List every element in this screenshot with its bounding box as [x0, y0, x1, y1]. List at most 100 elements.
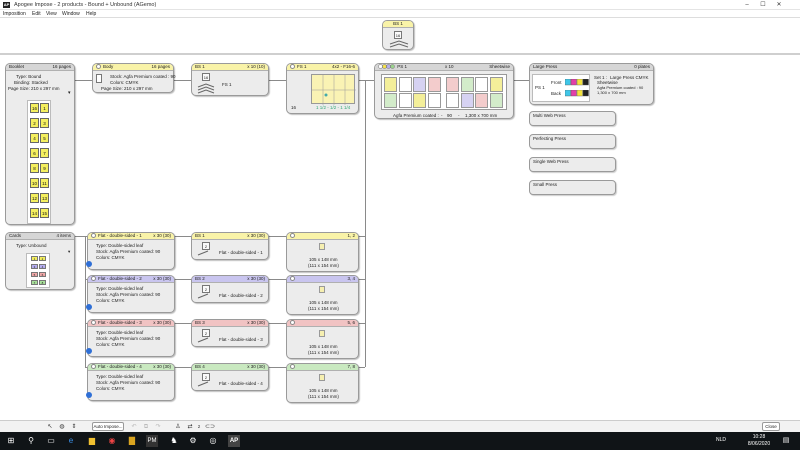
fs-bound-card[interactable]: FS 1 4x2 - F16-6 16 1 1/2 - 1/2 - 1 1/4: [286, 63, 359, 114]
globe-app-icon[interactable]: ◎: [207, 435, 219, 447]
flat-fs-card[interactable]: 1, 2 105 x 148 mm (111 x 154 mm): [286, 232, 359, 272]
booklet-page[interactable]: 14: [30, 208, 39, 218]
bs-bound-num: 16: [203, 75, 209, 80]
booklet-page[interactable]: 6: [30, 148, 39, 158]
booklet-page[interactable]: 3: [40, 118, 49, 128]
flat-type: Type: Double-sided leaf: [96, 330, 144, 335]
task-view-icon[interactable]: ▭: [45, 435, 57, 447]
press-sheet-cell: [384, 77, 397, 92]
booklet-page[interactable]: 2: [30, 118, 39, 128]
chrome-icon[interactable]: ◉: [106, 435, 118, 447]
windows-start-icon[interactable]: ⊞: [5, 435, 17, 447]
redo-icon[interactable]: ↷: [154, 423, 162, 431]
close-icon[interactable]: ✕: [772, 1, 786, 9]
flat-card[interactable]: Flat - double-sided - 2 x 30 (30) Type: D…: [86, 275, 175, 313]
ps-card[interactable]: PS 1x 10 Sheetwise Agfa Premium coated : …: [374, 63, 514, 119]
small-press-button[interactable]: Small Press: [529, 180, 616, 195]
flat-fs-count: 7, 8: [347, 364, 355, 369]
press-sheet-cell: [475, 77, 488, 92]
cards-card[interactable]: Cards 4 items Type: Unbound ▾ 12 34 56 78: [5, 232, 75, 290]
undo-icon[interactable]: ↶: [130, 423, 138, 431]
language-indicator[interactable]: NLD: [716, 437, 726, 443]
flat-bs-card[interactable]: BS 1x 30 (30) 2 Flat - double-sided - 1: [191, 232, 269, 260]
chevron-down-icon[interactable]: ▾: [68, 91, 71, 96]
flat-card[interactable]: Flat - double-sided - 3 x 30 (30) Type: D…: [86, 319, 175, 357]
copy-icon[interactable]: ⧉: [142, 423, 150, 431]
menu-imposition[interactable]: Imposition: [3, 11, 26, 17]
flat-fs-card[interactable]: 3, 4 105 x 148 mm (111 x 154 mm): [286, 275, 359, 315]
pointer-icon[interactable]: ↖: [46, 423, 54, 431]
flat-header: Flat - double-sided - 2 x 30 (30): [88, 276, 174, 283]
auto-impose-button[interactable]: Auto Impose...: [92, 422, 124, 431]
connector-cards: [75, 236, 85, 237]
flat-bs-card[interactable]: BS 2x 30 (30) 2 Flat - double-sided - 2: [191, 275, 269, 303]
pm-app-icon[interactable]: PM: [146, 435, 158, 447]
clock-time[interactable]: 10:28: [744, 434, 774, 440]
search-icon[interactable]: ⚲: [25, 435, 37, 447]
flat-bs-header: BS 4 x 30 (30): [192, 364, 268, 371]
booklet-card[interactable]: Booklet 16 pages Type: Bound Binding: Sta…: [5, 63, 75, 225]
chevron-down-icon[interactable]: ▾: [68, 249, 70, 254]
booklet-page[interactable]: 4: [30, 133, 39, 143]
body-stock: Stock: Agfa Premium coated : 90: [110, 74, 176, 79]
booklet-page[interactable]: 11: [40, 178, 49, 188]
menu-view[interactable]: View: [46, 11, 57, 17]
flat-bs-card[interactable]: BS 3x 30 (30) 2 Flat - double-sided - 3: [191, 319, 269, 347]
menu-edit[interactable]: Edit: [32, 11, 41, 17]
link-badge-icon[interactable]: [86, 261, 92, 267]
globe-icon[interactable]: ◍: [58, 423, 66, 431]
back-plates[interactable]: [564, 89, 589, 97]
tool-icon[interactable]: ⚙: [187, 435, 199, 447]
booklet-page[interactable]: 1: [40, 103, 49, 113]
card-item: 7: [31, 280, 38, 285]
split-icon[interactable]: ⇕: [70, 423, 78, 431]
booklet-page[interactable]: 13: [40, 193, 49, 203]
flat-card[interactable]: Flat - double-sided - 1 x 30 (30) Type: D…: [86, 232, 175, 270]
flat-fs-size: 105 x 148 mm: [309, 388, 338, 393]
booklet-page[interactable]: 9: [40, 163, 49, 173]
booklet-page[interactable]: 12: [30, 193, 39, 203]
body-card[interactable]: Body 16 pages Stock: Agfa Premium coated …: [92, 63, 176, 93]
close-button[interactable]: Close: [762, 422, 780, 431]
booklet-page[interactable]: 7: [40, 148, 49, 158]
menu-window[interactable]: Window: [62, 11, 80, 17]
flat-card[interactable]: Flat - double-sided - 4 x 30 (30) Type: D…: [86, 363, 175, 401]
link-badge-icon[interactable]: [86, 348, 92, 354]
link-badge-icon[interactable]: [86, 392, 92, 398]
edge-icon[interactable]: e: [65, 435, 77, 447]
large-press-card[interactable]: Large Press 0 plates PS 1 Front Back Set …: [529, 63, 654, 105]
booklet-page[interactable]: 10: [30, 178, 39, 188]
flat-fs-size: 105 x 148 mm: [309, 257, 338, 262]
booklet-page[interactable]: 5: [40, 133, 49, 143]
fs-bound-bottom-left: 16: [291, 105, 297, 110]
front-plates[interactable]: [564, 78, 589, 86]
flat-fs-header: 5, 6: [287, 320, 358, 327]
imposition-canvas[interactable]: Booklet 16 pages Type: Bound Binding: Sta…: [0, 53, 800, 420]
booklet-page[interactable]: 15: [40, 208, 49, 218]
menu-help[interactable]: Help: [86, 11, 96, 17]
file-explorer-icon[interactable]: ▆: [86, 435, 98, 447]
flat-bs-card[interactable]: BS 4x 30 (30) 2 Flat - double-sided - 4: [191, 363, 269, 391]
page-thumbnail-icon: [319, 374, 325, 381]
flat-fs-card[interactable]: 5, 6 105 x 148 mm (111 x 154 mm): [286, 319, 359, 359]
maximize-icon[interactable]: ☐: [756, 1, 770, 9]
folder-icon[interactable]: ▇: [126, 435, 138, 447]
flat-fs-size: 105 x 148 mm: [309, 344, 338, 349]
clock-date[interactable]: 8/06/2020: [744, 441, 774, 447]
perfecting-press-button[interactable]: Perfecting Press: [529, 134, 616, 149]
notification-icon[interactable]: ▤: [780, 435, 792, 447]
bs-bound-card[interactable]: BS 1 x 10 (10) 16 FS 1: [191, 63, 269, 96]
minimize-icon[interactable]: –: [740, 1, 754, 9]
link-badge-icon[interactable]: [86, 304, 92, 310]
link-icon[interactable]: ⊂⊃: [205, 423, 215, 431]
booklet-page[interactable]: 8: [30, 163, 39, 173]
booklet-page[interactable]: 16: [30, 103, 39, 113]
arrows-icon[interactable]: ⇄: [186, 423, 194, 431]
top-bs-card[interactable]: BS 1 16: [382, 20, 414, 50]
flat-fs-card[interactable]: 7, 8 105 x 148 mm (111 x 154 mm): [286, 363, 359, 403]
single-web-press-button[interactable]: Single Web Press: [529, 157, 616, 172]
multi-web-press-button[interactable]: Multi Web Press: [529, 111, 616, 126]
people-icon[interactable]: ♞: [168, 435, 180, 447]
apogee-taskbar-icon[interactable]: AP: [228, 435, 240, 447]
person-icon[interactable]: ♙: [174, 423, 182, 431]
